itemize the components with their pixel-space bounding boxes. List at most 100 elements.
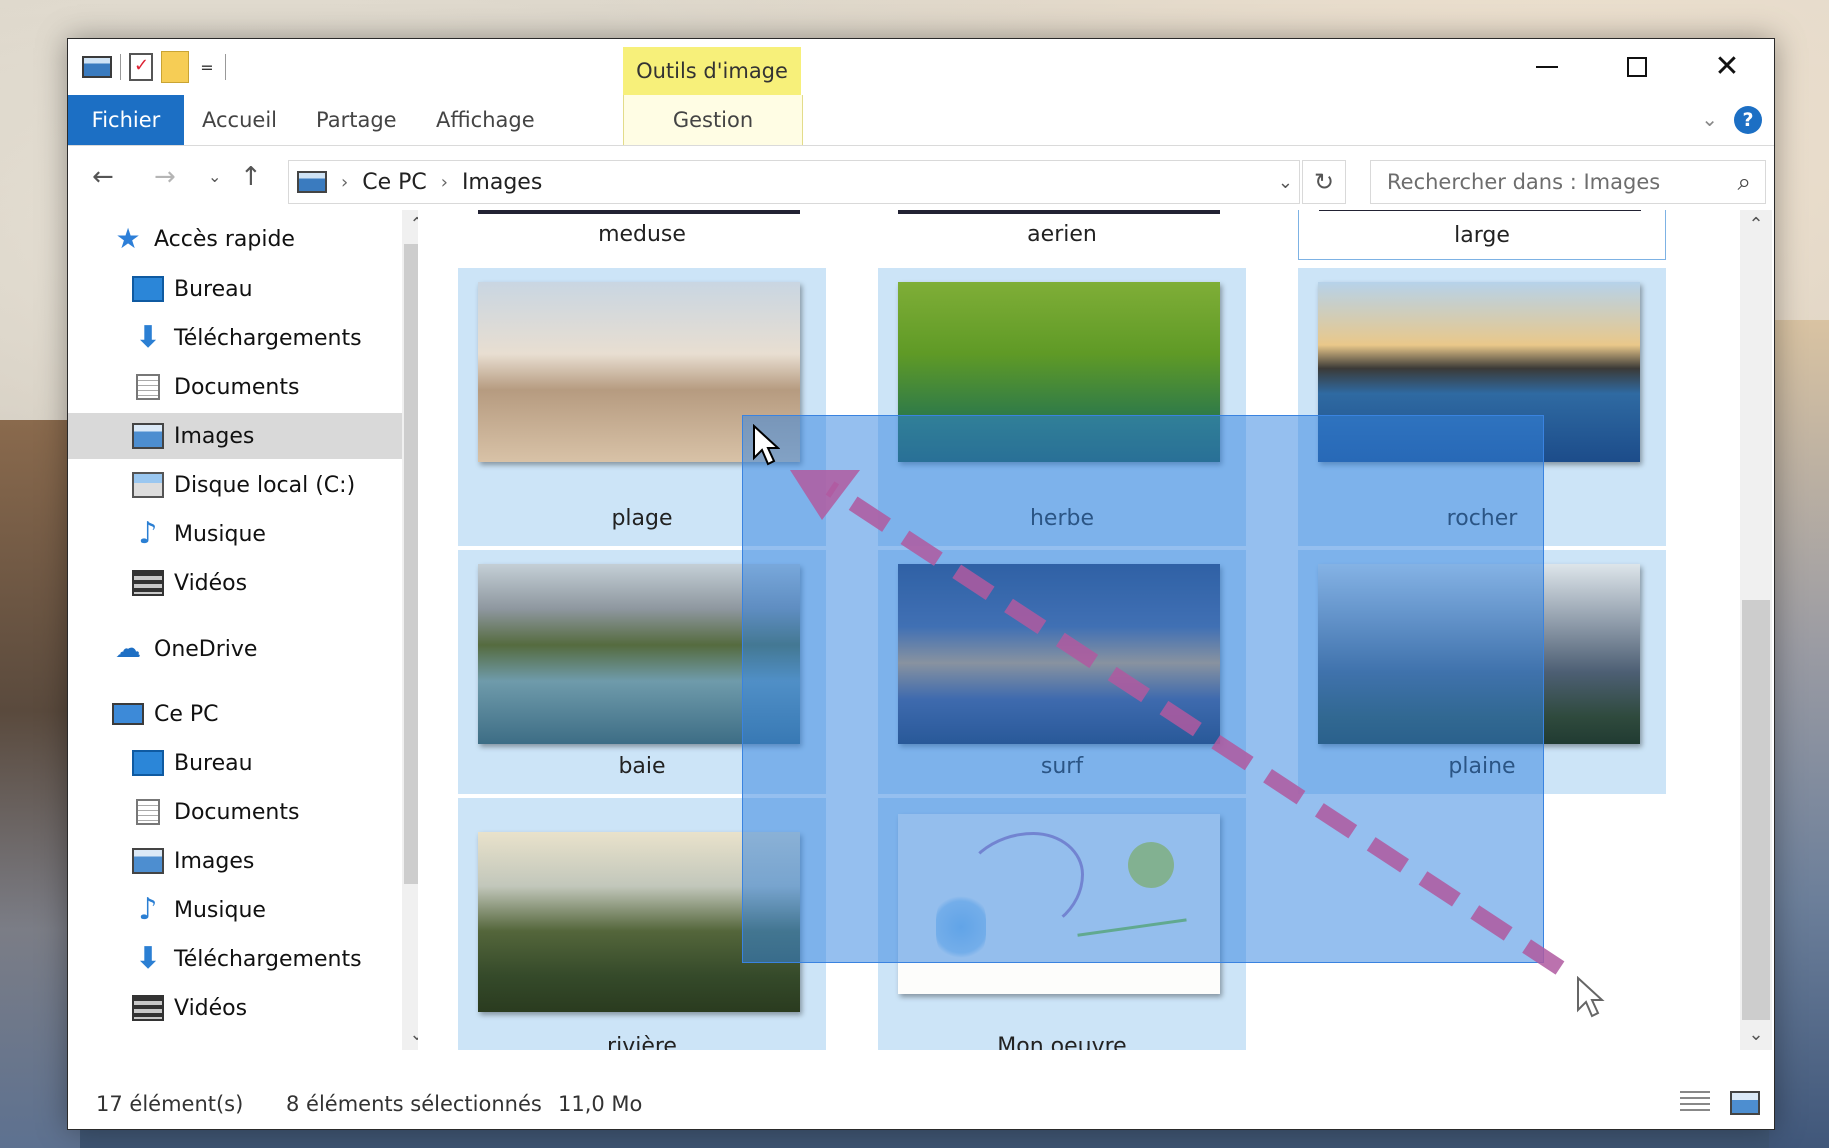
- breadcrumb-chevron-icon[interactable]: ›: [341, 172, 348, 193]
- pictures-icon: [132, 423, 164, 449]
- sidebar-item-label: Images: [174, 848, 255, 874]
- sidebar-item-label: Documents: [174, 374, 300, 400]
- sidebar-item-label: Accès rapide: [154, 226, 295, 252]
- sidebar-item-label: Images: [174, 423, 255, 449]
- tab-accueil[interactable]: Accueil: [202, 95, 277, 145]
- downloads-icon: ⬇: [135, 320, 161, 355]
- maximize-button[interactable]: [1592, 39, 1682, 95]
- item-count: 17 élément(s): [96, 1092, 244, 1116]
- file-name: meduse: [598, 222, 686, 247]
- search-icon[interactable]: ⌕: [1738, 161, 1751, 203]
- file-tile[interactable]: meduse: [458, 210, 826, 260]
- sidebar-item-label: Téléchargements: [174, 325, 362, 351]
- sidebar-item-label: Ce PC: [154, 701, 219, 727]
- local-disk-icon: [132, 472, 164, 498]
- scroll-down-icon[interactable]: ⌄: [1740, 1020, 1772, 1050]
- documents-icon: [136, 374, 160, 400]
- picture-tools-context-tab: Outils d'image: [623, 47, 801, 95]
- customize-toolbar-icon[interactable]: =: [197, 58, 217, 77]
- maximize-icon: [1627, 57, 1647, 77]
- sidebar-item[interactable]: ★ Accès rapide: [68, 216, 442, 262]
- file-thumbnail: [1319, 210, 1641, 211]
- sidebar-item-label: Vidéos: [174, 570, 248, 596]
- window-icon[interactable]: [82, 56, 112, 78]
- file-tile[interactable]: aerien: [878, 210, 1246, 260]
- sidebar-item[interactable]: ☁ OneDrive: [68, 626, 442, 672]
- music-icon: ♪: [138, 516, 158, 551]
- videos-icon: [132, 995, 164, 1021]
- content-scrollbar-thumb[interactable]: [1742, 600, 1770, 1020]
- desktop-icon: [132, 276, 164, 302]
- expand-ribbon-icon[interactable]: ⌄: [1701, 107, 1718, 131]
- tab-fichier[interactable]: Fichier: [68, 95, 184, 145]
- selection-count: 8 éléments sélectionnés: [286, 1092, 542, 1116]
- file-name: large: [1454, 223, 1510, 248]
- desktop-icon: [132, 750, 164, 776]
- desktop-background-right: [1769, 320, 1829, 1148]
- sidebar-item-label: Musique: [174, 521, 266, 547]
- refresh-icon: ↻: [1313, 168, 1335, 196]
- address-row: ← → ⌄ ↑ › Ce PC › Images ⌄ ↻ Rechercher …: [68, 146, 1774, 210]
- sidebar-item-label: Vidéos: [174, 995, 248, 1021]
- address-dropdown-icon[interactable]: ⌄: [1278, 172, 1293, 193]
- search-input[interactable]: Rechercher dans : Images ⌕: [1370, 160, 1766, 204]
- breadcrumb-ce-pc[interactable]: Ce PC: [362, 170, 427, 195]
- documents-icon: [136, 799, 160, 825]
- tab-affichage[interactable]: Affichage: [436, 95, 535, 145]
- back-arrow-icon[interactable]: ←: [92, 160, 114, 194]
- status-bar: 17 élément(s) 8 éléments sélectionnés 11…: [68, 1079, 1774, 1129]
- forward-arrow-icon[interactable]: →: [154, 160, 176, 194]
- this-pc-icon: [112, 703, 144, 725]
- address-bar[interactable]: › Ce PC › Images ⌄: [288, 160, 1300, 204]
- tab-gestion[interactable]: Gestion: [623, 95, 803, 145]
- pictures-icon: [132, 848, 164, 874]
- close-icon: ✕: [1714, 49, 1740, 84]
- minimize-button[interactable]: [1502, 39, 1592, 95]
- properties-icon[interactable]: [129, 53, 153, 81]
- refresh-button[interactable]: ↻: [1302, 160, 1346, 204]
- help-icon[interactable]: ?: [1734, 106, 1762, 134]
- recent-locations-chevron-icon[interactable]: ⌄: [208, 160, 221, 194]
- tab-partage[interactable]: Partage: [316, 95, 397, 145]
- toolbar-separator: [225, 54, 226, 80]
- sidebar-item-label: OneDrive: [154, 636, 258, 662]
- large-icons-view-icon[interactable]: [1730, 1091, 1760, 1115]
- scroll-up-icon[interactable]: ⌃: [1740, 210, 1772, 240]
- sidebar-item[interactable]: Ce PC: [68, 691, 442, 737]
- sidebar-item-label: Musique: [174, 897, 266, 923]
- sidebar-item-label: Bureau: [174, 276, 253, 302]
- sidebar-item-label: Bureau: [174, 750, 253, 776]
- file-name: rivière: [607, 1034, 677, 1050]
- breadcrumb-images[interactable]: Images: [462, 170, 542, 195]
- up-arrow-icon[interactable]: ↑: [240, 160, 262, 194]
- content-scrollbar[interactable]: ⌃ ⌄: [1740, 210, 1772, 1050]
- sidebar-item-label: Disque local (C:): [174, 472, 356, 498]
- toolbar-separator: [120, 54, 121, 80]
- details-view-icon[interactable]: [1680, 1091, 1710, 1115]
- quick-access-toolbar: =: [82, 51, 226, 83]
- downloads-icon: ⬇: [135, 941, 161, 976]
- new-folder-icon[interactable]: [161, 51, 189, 83]
- music-icon: ♪: [138, 892, 158, 927]
- close-button[interactable]: ✕: [1682, 39, 1772, 95]
- file-tile[interactable]: large: [1298, 210, 1666, 260]
- file-name: Mon oeuvre: [997, 1034, 1127, 1050]
- breadcrumb-chevron-icon[interactable]: ›: [441, 172, 448, 193]
- search-placeholder: Rechercher dans : Images: [1387, 170, 1661, 194]
- onedrive-icon: ☁: [115, 634, 141, 664]
- selection-size: 11,0 Mo: [558, 1092, 643, 1116]
- videos-icon: [132, 570, 164, 596]
- quick-access-star-icon: ★: [115, 222, 141, 255]
- sidebar-item-label: Téléchargements: [174, 946, 362, 972]
- ghost-cursor-icon: [1577, 976, 1605, 1018]
- navigation-pane: ★Accès rapideBureau📌⬇Téléchargements📌Doc…: [68, 210, 462, 1050]
- sidebar-item-label: Documents: [174, 799, 300, 825]
- file-thumbnail: [898, 210, 1220, 214]
- ribbon-tabs: Fichier Accueil Partage Affichage Gestio…: [68, 95, 1774, 146]
- this-pc-icon: [297, 171, 327, 193]
- mouse-cursor-icon: [753, 424, 780, 466]
- file-name: aerien: [1027, 222, 1097, 247]
- minimize-icon: [1536, 66, 1558, 68]
- title-bar: = Outils d'image ✕: [68, 39, 1774, 95]
- file-thumbnail: [478, 210, 800, 214]
